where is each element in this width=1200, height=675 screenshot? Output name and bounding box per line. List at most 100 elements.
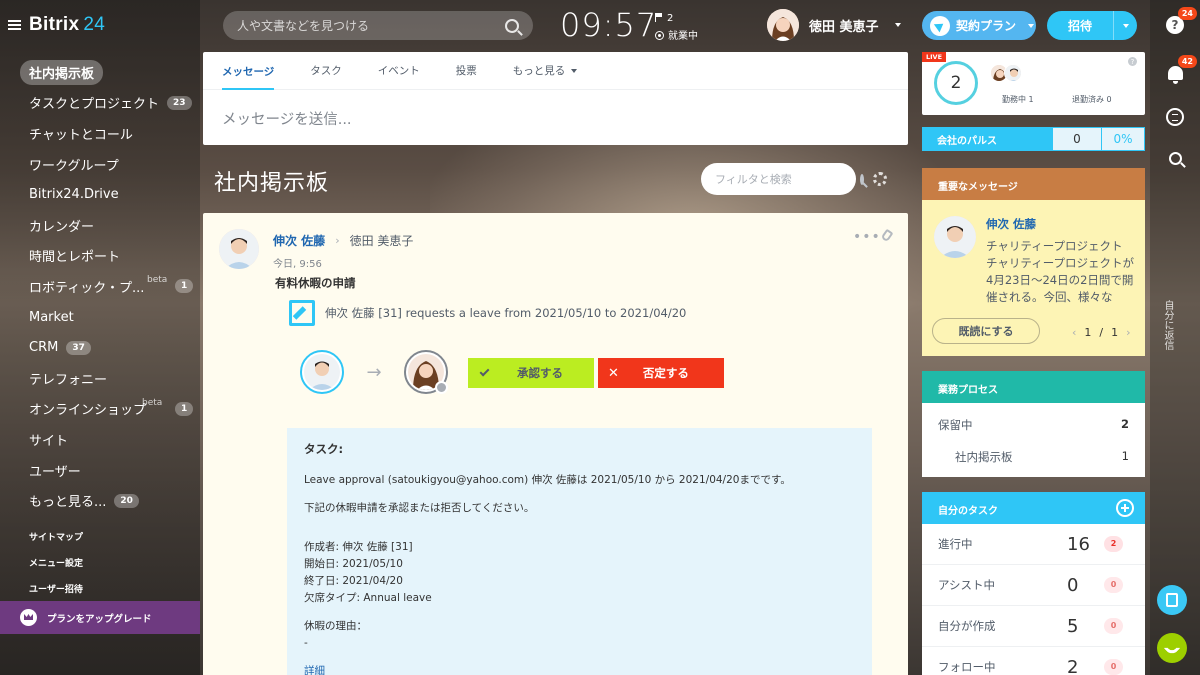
filter-search bbox=[701, 163, 864, 195]
tab-message[interactable]: メッセージ bbox=[222, 52, 275, 90]
gear-icon[interactable] bbox=[873, 172, 887, 186]
author-avatar[interactable] bbox=[219, 229, 259, 269]
user-avatar bbox=[767, 9, 799, 41]
documents-button[interactable] bbox=[1157, 585, 1187, 615]
important-author[interactable]: 伸次 佐藤 bbox=[986, 216, 1036, 232]
tab-task[interactable]: タスク bbox=[310, 63, 342, 78]
right-rail: ? 24 42 bbox=[1150, 0, 1200, 675]
reject-button[interactable]: ✕ 否定する bbox=[598, 358, 724, 388]
post-author[interactable]: 伸次 佐藤 bbox=[273, 232, 325, 249]
counter-badge: 2 bbox=[1104, 536, 1123, 552]
approver-avatar[interactable] bbox=[404, 350, 448, 394]
post-recipient[interactable]: 徳田 美恵子 bbox=[350, 232, 414, 249]
tasks-following[interactable]: フォロー中 2 0 bbox=[922, 647, 1145, 675]
user-menu[interactable]: 徳田 美恵子 bbox=[767, 9, 901, 41]
menu-item-more[interactable]: もっと見る... 20 bbox=[0, 485, 200, 516]
help-button[interactable]: ? 24 bbox=[1163, 7, 1197, 37]
sitemap-link[interactable]: サイトマップ bbox=[29, 530, 83, 543]
page-title: 社内掲示板 bbox=[214, 171, 330, 196]
work-day-status[interactable]: 2 就業中 bbox=[655, 10, 698, 46]
more-options-icon[interactable]: ••• bbox=[853, 229, 881, 245]
help-icon[interactable]: ? bbox=[1128, 57, 1137, 66]
menu-item-tasks[interactable]: タスクとプロジェクト 23 bbox=[0, 88, 200, 119]
clock: 09:57 bbox=[560, 6, 658, 44]
menu-item-market[interactable]: Market bbox=[0, 302, 200, 333]
phone-icon bbox=[1163, 639, 1181, 657]
pulse-percent: 0% bbox=[1102, 128, 1144, 150]
menu-toggle-icon[interactable] bbox=[8, 20, 21, 30]
notifications-button[interactable]: 42 bbox=[1163, 55, 1197, 85]
bell-icon bbox=[1167, 66, 1183, 84]
feed-button[interactable] bbox=[1163, 105, 1187, 129]
approve-button[interactable]: 承認する bbox=[468, 358, 594, 388]
menu-item-chat[interactable]: チャットとコール bbox=[0, 118, 200, 149]
rail-vertical-label[interactable]: 自分に返信 bbox=[1160, 300, 1175, 350]
tasks-in-progress[interactable]: 進行中 16 2 bbox=[922, 524, 1145, 565]
counter-badge: 23 bbox=[167, 95, 192, 110]
left-count: 退勤済み 0 bbox=[1072, 95, 1112, 104]
pin-icon[interactable] bbox=[880, 228, 894, 243]
search-icon[interactable] bbox=[505, 18, 519, 33]
tab-more[interactable]: もっと見る bbox=[513, 63, 578, 78]
composer-tabs: メッセージ タスク イベント 投票 もっと見る bbox=[203, 52, 908, 90]
invite-button[interactable]: 招待 bbox=[1047, 11, 1137, 40]
rail-search-button[interactable] bbox=[1163, 146, 1187, 170]
search-icon[interactable] bbox=[860, 173, 864, 185]
menu-item-telephony[interactable]: テレフォニー bbox=[0, 363, 200, 394]
chevron-down-icon bbox=[1122, 23, 1129, 28]
notifications-badge: 42 bbox=[1177, 55, 1197, 68]
edit-icon bbox=[289, 300, 315, 326]
task-details: タスク: Leave approval (satoukigyou@yahoo.c… bbox=[287, 428, 872, 675]
author-avatar[interactable] bbox=[934, 216, 976, 258]
menu-item-sites[interactable]: サイト bbox=[0, 424, 200, 455]
company-pulse[interactable]: 会社のパルス 0 0% bbox=[922, 127, 1145, 151]
menu-item-feed[interactable]: 社内掲示板 bbox=[0, 57, 200, 88]
feed-post: 伸次 佐藤 › 徳田 美恵子 今日, 9:56 ••• 有料休暇の申請 伸次 佐… bbox=[203, 213, 908, 675]
upgrade-plan-button[interactable]: プランをアップグレード bbox=[0, 601, 200, 634]
counter-badge: 20 bbox=[114, 493, 139, 508]
bp-row-feed[interactable]: 社内掲示板 1 bbox=[922, 449, 1145, 465]
invite-users-link[interactable]: ユーザー招待 bbox=[29, 582, 83, 595]
logo[interactable]: Bitrix 24 bbox=[29, 14, 105, 36]
my-tasks-header: 自分のタスク bbox=[922, 492, 1145, 524]
post-title: 有料休暇の申請 bbox=[275, 276, 356, 290]
important-message: 伸次 佐藤 チャリティープロジェクト チャリティープロジェクトが4月23日〜24… bbox=[922, 200, 1145, 356]
tab-event[interactable]: イベント bbox=[378, 63, 420, 78]
message-input[interactable]: メッセージを送信... bbox=[203, 90, 908, 147]
bp-row-pending[interactable]: 保留中 2 bbox=[922, 417, 1145, 433]
tasks-created[interactable]: 自分が作成 5 0 bbox=[922, 606, 1145, 647]
chevron-right-icon[interactable]: › bbox=[1126, 326, 1130, 339]
menu-settings-link[interactable]: メニュー設定 bbox=[29, 556, 83, 569]
counter-badge: 0 bbox=[1104, 577, 1123, 593]
menu-item-online-store[interactable]: オンラインショップ beta 1 bbox=[0, 394, 200, 425]
filter-input[interactable] bbox=[715, 172, 860, 186]
crown-icon bbox=[20, 609, 37, 626]
menu-item-time-reports[interactable]: 時間とレポート bbox=[0, 241, 200, 272]
invite-dropdown[interactable] bbox=[1113, 11, 1137, 40]
requester-avatar[interactable] bbox=[300, 350, 344, 394]
live-widget[interactable]: LIVE 2 勤務中 1 退勤済み 0 ? bbox=[922, 52, 1145, 115]
my-tasks: 進行中 16 2 アシスト中 0 0 自分が作成 5 0 フォロー中 2 0 bbox=[922, 524, 1145, 675]
post-time[interactable]: 今日, 9:56 bbox=[273, 255, 413, 270]
search-icon bbox=[1168, 151, 1182, 165]
menu-item-users[interactable]: ユーザー bbox=[0, 455, 200, 486]
details-link[interactable]: 詳細 bbox=[304, 663, 855, 675]
check-icon bbox=[479, 366, 490, 377]
tasks-assisting[interactable]: アシスト中 0 0 bbox=[922, 565, 1145, 606]
menu-item-drive[interactable]: Bitrix24.Drive bbox=[0, 179, 200, 210]
logo-area: Bitrix 24 bbox=[8, 14, 105, 36]
add-task-icon[interactable] bbox=[1116, 499, 1134, 517]
search-input[interactable] bbox=[237, 18, 505, 33]
menu-item-rpa[interactable]: ロボティック・プ... beta 1 bbox=[0, 271, 200, 302]
work-status-icon bbox=[655, 31, 664, 40]
plan-button[interactable]: 契約プラン bbox=[922, 11, 1036, 40]
live-counter: 2 bbox=[934, 61, 978, 105]
mark-read-button[interactable]: 既読にする bbox=[932, 318, 1040, 344]
call-button[interactable] bbox=[1157, 633, 1187, 663]
menu-item-crm[interactable]: CRM 37 bbox=[0, 332, 200, 363]
chevron-left-icon[interactable]: ‹ bbox=[1072, 326, 1076, 339]
menu-item-calendar[interactable]: カレンダー bbox=[0, 210, 200, 241]
chevron-down-icon bbox=[894, 23, 901, 27]
tab-poll[interactable]: 投票 bbox=[456, 63, 477, 78]
menu-item-workgroups[interactable]: ワークグループ bbox=[0, 149, 200, 180]
